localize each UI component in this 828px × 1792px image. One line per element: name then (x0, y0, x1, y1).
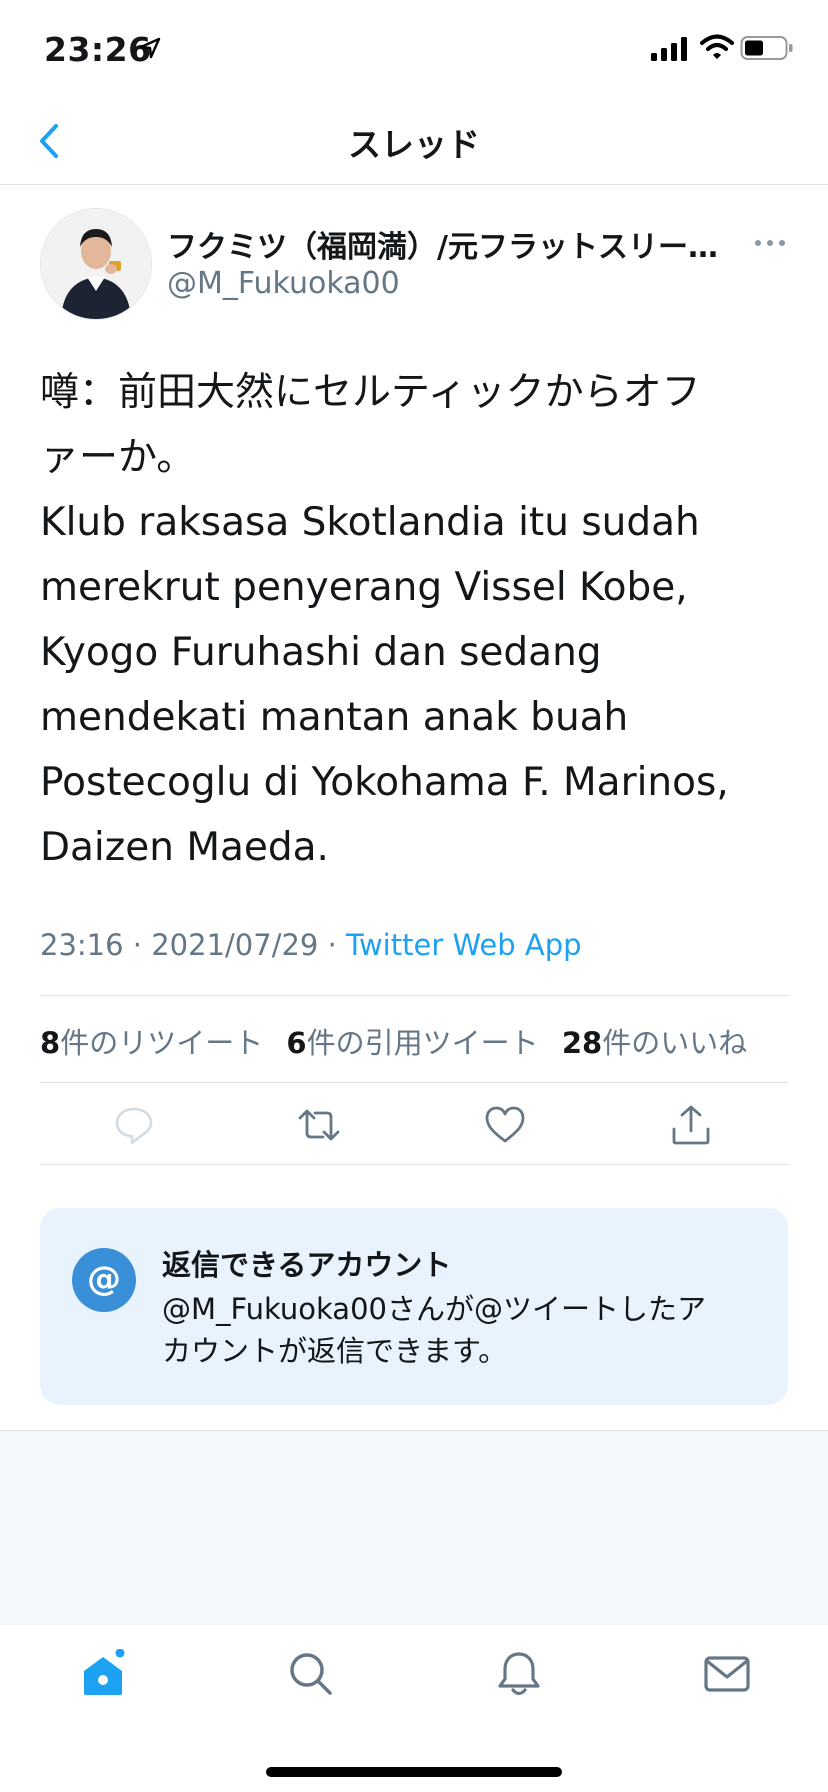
quotes-count: 6 (286, 1026, 307, 1060)
tweet-stats: 8件のリツイート 6件の引用ツイート 28件のいいね (40, 1020, 761, 1062)
retweet-icon[interactable] (297, 1103, 341, 1147)
wifi-icon (700, 34, 734, 59)
messages-icon[interactable] (702, 1649, 752, 1699)
home-icon[interactable] (78, 1649, 128, 1699)
like-heart-icon[interactable] (483, 1103, 527, 1147)
tweet-text-line: Daizen Maeda. (40, 825, 329, 870)
divider (40, 995, 788, 996)
retweets-stat[interactable]: 8件のリツイート (40, 1026, 263, 1060)
avatar-photo-icon (41, 209, 151, 319)
tweet-text-line: mendekati mantan anak buah (40, 695, 629, 740)
home-indicator (266, 1767, 562, 1777)
tweet-source-link[interactable]: Twitter Web App (346, 928, 582, 962)
author-display-name[interactable]: フクミツ（福岡満）/元フラットスリー… (167, 222, 722, 266)
tweet-time: 23:16 (40, 928, 124, 962)
at-sign-icon: @ (72, 1248, 136, 1312)
retweets-count: 8 (40, 1026, 61, 1060)
likes-label: 件のいいね (602, 1026, 748, 1060)
reply-restriction-description: @M_Fukuoka00さんが@ツイートしたア カウントが返信できます。 (162, 1288, 752, 1372)
reply-restriction-notice: @ 返信できるアカウント @M_Fukuoka00さんが@ツイートしたア カウン… (40, 1208, 788, 1405)
tweet-text: 噂：前田大然にセルティックからオフ ァーか。 Klub raksasa Skot… (40, 360, 790, 880)
empty-replies-area (0, 1430, 828, 1626)
more-options-icon[interactable] (750, 228, 790, 258)
page-title: スレッド (348, 125, 480, 164)
retweets-label: 件のリツイート (60, 1026, 264, 1060)
cellular-signal-icon (651, 37, 687, 61)
status-bar: 23:26 (0, 0, 828, 100)
bottom-tab-bar (0, 1625, 828, 1792)
reply-restriction-line: カウントが返信できます。 (162, 1334, 508, 1368)
divider (40, 1164, 788, 1165)
meta-separator: · (132, 928, 143, 962)
share-icon[interactable] (669, 1103, 713, 1147)
nav-bar: スレッド (0, 100, 828, 185)
search-icon[interactable] (286, 1649, 336, 1699)
tweet-text-line: Kyogo Furuhashi dan sedang (40, 630, 602, 675)
tweet-text-line: Klub raksasa Skotlandia itu sudah (40, 500, 700, 545)
likes-count: 28 (561, 1026, 603, 1060)
likes-stat[interactable]: 28件のいいね (562, 1026, 747, 1060)
divider (40, 1082, 788, 1083)
tweet-text-line: 噂：前田大然にセルティックからオフ (40, 370, 701, 415)
location-arrow-icon (139, 37, 161, 59)
tweet-text-line: ァーか。 (40, 435, 196, 480)
avatar[interactable] (40, 208, 152, 320)
reply-restriction-title: 返信できるアカウント (162, 1248, 452, 1282)
notifications-icon[interactable] (494, 1649, 544, 1699)
tweet-text-line: Postecoglu di Yokohama F. Marinos, (40, 760, 729, 805)
meta-separator: · (327, 928, 337, 962)
author-handle[interactable]: @M_Fukuoka00 (167, 266, 400, 301)
tweet-meta: 23:16 · 2021/07/29 · Twitter Web App (40, 928, 582, 962)
tweet-date: 2021/07/29 (151, 928, 319, 962)
status-time: 23:26 (44, 30, 152, 69)
quote-tweets-stat[interactable]: 6件の引用ツイート (286, 1026, 538, 1060)
quotes-label: 件の引用ツイート (306, 1026, 539, 1060)
reply-icon[interactable] (112, 1103, 156, 1147)
battery-icon (740, 36, 793, 60)
reply-restriction-line: @M_Fukuoka00さんが@ツイートしたア (162, 1292, 706, 1326)
tweet-text-line: merekrut penyerang Vissel Kobe, (40, 565, 688, 610)
